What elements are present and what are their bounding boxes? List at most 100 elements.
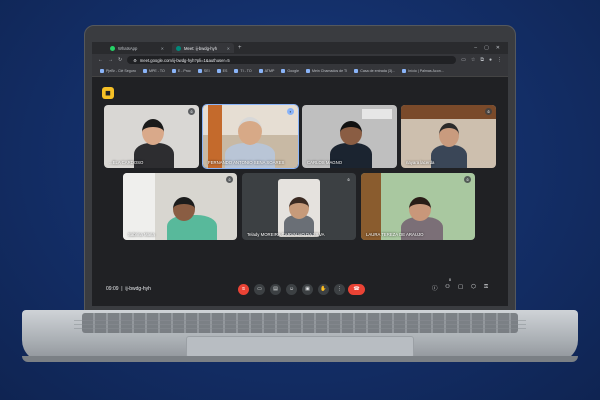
meeting-code: ij-bwdg-hyh <box>125 286 151 292</box>
laptop-touchpad <box>186 336 414 358</box>
participant-name: CARLOS MAGNO <box>307 160 343 165</box>
participant-face <box>409 197 431 221</box>
tab-meet[interactable]: Meet: ij-bwdg-hyh ✕ <box>172 43 234 53</box>
participant-face <box>439 123 459 147</box>
participant-name: LAURA TEREZA DE ARAUJO <box>366 232 424 237</box>
participant-video <box>361 173 381 240</box>
close-window-icon[interactable]: ✕ <box>496 45 500 51</box>
close-icon[interactable]: ✕ <box>227 46 230 51</box>
bookmark-item[interactable]: SEI <box>197 69 210 73</box>
participant-name: FERNANDO ANTONIO SENA SOARES <box>208 160 285 165</box>
participant-tile[interactable]: ⦸ nayara lacerda <box>401 105 496 168</box>
info-icon[interactable]: ⓘ <box>432 284 438 292</box>
laptop-screen: WhatsApp ✕ Meet: ij-bwdg-hyh ✕ + – ▢ ✕ ←… <box>92 42 508 306</box>
mic-off-icon: ⦸ <box>226 176 233 183</box>
participant-name: nayara lacerda <box>406 160 435 165</box>
people-icon[interactable]: ⚇ <box>445 284 450 290</box>
bookmark-item[interactable]: ATMP <box>258 69 275 73</box>
bookmark-item[interactable]: E - Proc <box>171 69 191 73</box>
call-controls-bar: 09:09 | ij-bwdg-hyh ⦸ ▭ ▤ ☺ ▣ ✋ ⋮ ☎ ⓘ ⚇ … <box>92 278 508 299</box>
participant-face <box>289 197 309 219</box>
bookmark-item[interactable]: MPE - TO <box>142 69 165 73</box>
mic-off-icon: ⦸ <box>485 108 492 115</box>
new-tab-button[interactable]: + <box>238 45 242 51</box>
forward-icon[interactable]: → <box>108 57 113 63</box>
participant-tile[interactable]: ⦸ ...ELA CARDOSO <box>104 105 199 168</box>
participant-face <box>173 197 195 221</box>
reload-icon[interactable]: ↻ <box>118 57 122 63</box>
participant-tile[interactable]: ⦸ LAURA TEREZA DE ARAUJO <box>361 173 475 240</box>
participant-name: Telady MOREIRA CARVALHO DA SILVA <box>247 232 325 237</box>
participant-tile[interactable]: CARLOS MAGNO <box>302 105 397 168</box>
bookmark-icon <box>354 69 359 73</box>
present-button[interactable]: ▣ <box>302 283 313 295</box>
bookmark-label: ES <box>222 69 228 73</box>
maximize-icon[interactable]: ▢ <box>484 45 489 51</box>
bookmark-label: ATMP <box>264 69 275 73</box>
participant-name: ...ELA CARDOSO <box>109 160 144 165</box>
bookmark-icon <box>281 69 286 73</box>
bookmark-label: E - Proc <box>177 69 191 73</box>
mic-off-icon: ⦸ <box>345 176 352 183</box>
bookmark-label: MPE - TO <box>148 69 165 73</box>
camera-icon[interactable]: ▭ <box>461 57 466 63</box>
bookmark-icon <box>234 69 239 73</box>
bookmark-label: PjeBr - Clé Seguro <box>106 69 136 73</box>
close-icon[interactable]: ✕ <box>161 46 164 51</box>
profile-icon[interactable]: ● <box>489 57 492 63</box>
raise-hand-button[interactable]: ✋ <box>318 283 329 295</box>
bookmark-item[interactable]: TI - TO <box>234 69 252 73</box>
bookmark-item[interactable]: Casa de entrada (3)... <box>354 69 395 73</box>
whatsapp-icon <box>110 45 115 51</box>
extensions-icon[interactable]: ⧉ <box>480 57 484 63</box>
meet-call-area: ◼ ⦸ ...ELA CARDOSO ▪ FERNANDO ANTONIO SE… <box>92 77 508 306</box>
end-call-button[interactable]: ☎ <box>348 283 365 295</box>
bookmark-item[interactable]: PjeBr - Clé Seguro <box>100 69 136 73</box>
speaking-indicator-icon: ▪ <box>287 108 294 115</box>
browser-tab-bar: WhatsApp ✕ Meet: ij-bwdg-hyh ✕ + – ▢ ✕ <box>92 42 508 54</box>
minimize-icon[interactable]: – <box>474 45 477 51</box>
bookmark-icon <box>402 69 407 73</box>
participant-video <box>401 105 496 119</box>
participant-tile[interactable]: ⦸ Sabrina Maria <box>123 173 237 240</box>
participant-video <box>431 145 467 168</box>
mic-off-button[interactable]: ⦸ <box>238 283 249 295</box>
url-field[interactable]: ⚙ meet.google.com/ij-bwdg-hyh?pli=1&auth… <box>127 56 457 64</box>
participant-video <box>362 109 392 119</box>
bookmark-item[interactable]: Mein Chamados de TI <box>305 69 348 73</box>
mic-off-icon: ⦸ <box>188 108 195 115</box>
bookmark-icon <box>216 69 221 73</box>
bookmark-icon <box>142 69 147 73</box>
site-info-icon[interactable]: ⚙ <box>133 58 137 63</box>
bookmark-item[interactable]: Google <box>281 69 299 73</box>
bookmark-item[interactable]: ES <box>216 69 228 73</box>
more-options-button[interactable]: ⋮ <box>334 283 345 295</box>
tab-label: Meet: ij-bwdg-hyh <box>184 45 218 51</box>
bookmark-label: Casa de entrada (3)... <box>360 69 396 73</box>
bookmark-label: SEI <box>203 69 210 73</box>
menu-icon[interactable]: ⋮ <box>497 57 502 63</box>
chat-icon[interactable]: ▢ <box>458 284 463 290</box>
bookmark-label: Mein Chamados de TI <box>311 69 348 73</box>
participant-face <box>340 121 362 145</box>
bookmark-icon <box>305 69 310 73</box>
bookmark-label: Google <box>287 69 299 73</box>
emoji-button[interactable]: ☺ <box>286 283 297 295</box>
participant-tile[interactable]: ⦸ Telady MOREIRA CARVALHO DA SILVA <box>242 173 356 240</box>
bookmark-item[interactable]: Início | Palmas Acon... <box>402 69 444 73</box>
window-controls: – ▢ ✕ <box>474 45 508 51</box>
captions-button[interactable]: ▤ <box>270 283 281 295</box>
bookmarks-bar: PjeBr - Clé Seguro MPE - TO E - Proc SEI ES T… <box>92 66 508 77</box>
back-icon[interactable]: ← <box>98 57 103 63</box>
address-bar-row: ← → ↻ ⚙ meet.google.com/ij-bwdg-hyh?pli=… <box>92 54 508 66</box>
camera-button[interactable]: ▭ <box>254 283 265 295</box>
host-controls-icon[interactable]: ⚿ <box>484 284 488 291</box>
star-icon[interactable]: ☆ <box>471 57 475 63</box>
tab-whatsapp[interactable]: WhatsApp ✕ <box>106 43 168 53</box>
laptop-keyboard-rows <box>74 320 526 332</box>
bookmark-icon <box>258 69 263 73</box>
participant-tile[interactable]: ▪ FERNANDO ANTONIO SENA SOARES <box>202 104 299 169</box>
bookmark-label: Início | Palmas Acon... <box>408 69 444 73</box>
activities-icon[interactable]: ⬡ <box>471 284 476 290</box>
tab-label: WhatsApp <box>118 45 138 51</box>
